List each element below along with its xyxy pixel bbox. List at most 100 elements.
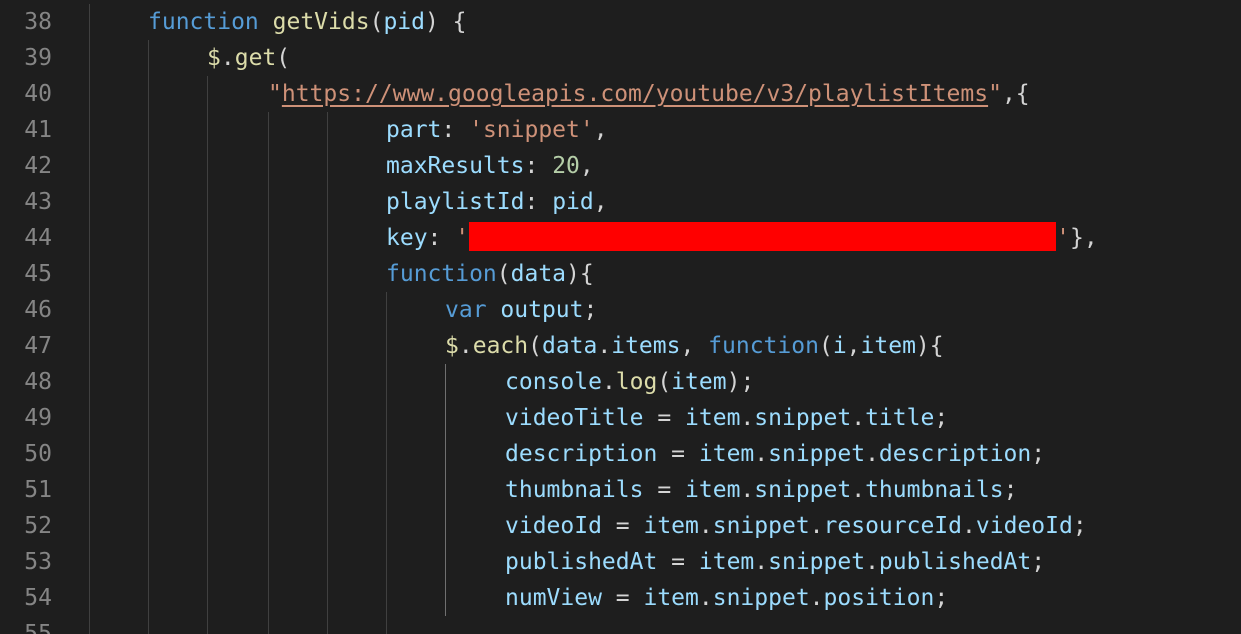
code-line-40[interactable]: 40 "https://www.googleapis.com/youtube/v… [0,76,1241,112]
indent-guide [386,292,387,328]
method-token: get [234,45,277,71]
code-line-43[interactable]: 43 playlistId: pid, [0,184,1241,220]
identifier-token: $ [445,333,459,359]
operator-token: = [657,549,699,575]
indent-guide [386,616,387,634]
indent-guide [207,256,208,292]
indent-guide [268,220,269,256]
indent-guide [148,508,149,544]
variable-token: item [671,369,727,395]
indent-guide [89,4,90,40]
code-line-55[interactable]: 55 [0,616,1241,634]
indent-guide [268,364,269,400]
line-number: 48 [24,369,52,395]
line-number: 44 [24,225,52,251]
punctuation-token: . [865,549,879,575]
indent-guide [207,220,208,256]
punctuation-token: . [809,585,824,611]
code-text: "https://www.googleapis.com/youtube/v3/p… [268,76,1030,112]
string-token: 'snippet' [469,117,594,143]
code-line-46[interactable]: 46 var output; [0,292,1241,328]
code-line-39[interactable]: 39 $.get( [0,40,1241,76]
indent-guide [268,436,269,472]
property-token: description [878,441,1032,467]
punctuation-token: . [962,513,976,539]
code-line-38[interactable]: 38 function getVids(pid) { [0,4,1241,40]
punctuation-token: ; [934,585,949,611]
punctuation-token: ){ [915,333,944,359]
property-token: maxResults [386,153,525,179]
code-line-48[interactable]: 48 console.log(item); [0,364,1241,400]
indent-guide [148,400,149,436]
indent-guide [148,292,149,328]
code-line-45[interactable]: 45 function(data){ [0,256,1241,292]
line-number: 42 [24,153,52,179]
property-token: snippet [754,405,852,431]
indent-guide [207,328,208,364]
code-text: publishedAt = item.snippet.publishedAt; [505,544,1045,580]
indent-guide-active [445,400,446,436]
property-token: part [386,117,442,143]
indent-guide [327,328,328,364]
code-editor[interactable]: 38 function getVids(pid) { 39 $.get( 40 … [0,0,1241,634]
indent-guide [327,184,328,220]
variable-token: console [505,369,602,395]
code-text: $.each(data.items, function(i,item){ [445,328,944,364]
param-token: i [832,333,847,359]
punctuation-token: . [220,45,235,71]
punctuation-token: ); [726,369,755,395]
variable-token: output [500,297,584,323]
punctuation-token: , [593,189,608,215]
code-line-54[interactable]: 54 numView = item.snippet.position; [0,580,1241,616]
indent-guide [89,256,90,292]
redaction-box [469,222,1057,251]
line-number: 46 [24,297,52,323]
operator-token: = [657,441,699,467]
property-token: key [386,225,428,251]
punctuation-token: . [698,585,713,611]
indent-guide [268,616,269,634]
line-number: 39 [24,45,52,71]
code-line-41[interactable]: 41 part: 'snippet', [0,112,1241,148]
variable-token: pid [552,189,594,215]
indent-guide [207,472,208,508]
indent-guide-active [445,472,446,508]
code-line-47[interactable]: 47 $.each(data.items, function(i,item){ [0,328,1241,364]
punctuation-token: ( [818,333,833,359]
url-link[interactable]: https://www.googleapis.com/youtube/v3/pl… [282,81,988,107]
code-text: description = item.snippet.description; [505,436,1045,472]
indent-guide [148,112,149,148]
indent-guide [386,364,387,400]
code-line-49[interactable]: 49 videoTitle = item.snippet.title; [0,400,1241,436]
indent-guide [148,148,149,184]
number-token: 20 [552,153,580,179]
operator-token: = [643,405,686,431]
punctuation-token: . [851,405,866,431]
property-token: position [823,585,935,611]
code-line-50[interactable]: 50 description = item.snippet.descriptio… [0,436,1241,472]
code-text: var output; [445,292,597,328]
punctuation-token: . [754,441,769,467]
punctuation-token: . [458,333,473,359]
punctuation-token: ; [1003,477,1018,503]
property-token: snippet [754,477,852,503]
code-line-52[interactable]: 52 videoId = item.snippet.resourceId.vid… [0,508,1241,544]
indent-guide [89,436,90,472]
code-line-42[interactable]: 42 maxResults: 20, [0,148,1241,184]
indent-guide [89,616,90,634]
operator-token: = [601,585,644,611]
code-text: $.get( [207,40,290,76]
code-line-44[interactable]: 44 key: ' '}, [0,220,1241,256]
property-token: videoId [975,513,1073,539]
code-line-53[interactable]: 53 publishedAt = item.snippet.publishedA… [0,544,1241,580]
indent-guide [327,292,328,328]
indent-guide [148,76,149,112]
code-line-51[interactable]: 51 thumbnails = item.snippet.thumbnails; [0,472,1241,508]
string-quote-token: ' [1056,225,1070,251]
indent-guide [268,184,269,220]
line-number: 52 [24,513,52,539]
indent-guide [327,436,328,472]
string-quote-token: " [268,81,282,107]
line-number: 40 [24,81,52,107]
keyword-token: function [148,9,259,35]
